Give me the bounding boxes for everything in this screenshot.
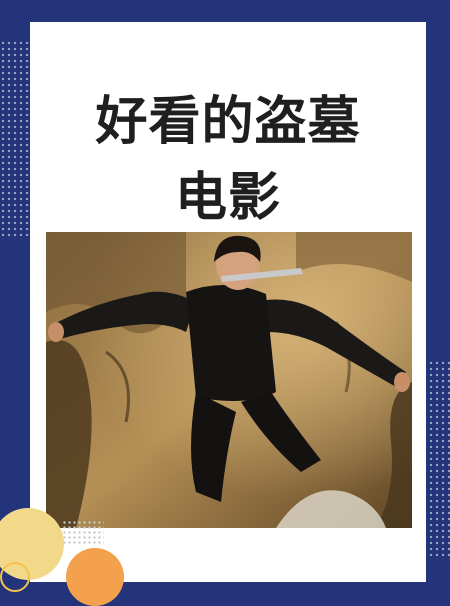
decorative-dots-left (0, 40, 30, 240)
poster-title-line1: 好看的盗墓 (95, 91, 361, 152)
movie-still-image (46, 232, 412, 528)
decorative-circle-ring (0, 562, 30, 592)
decorative-circle-orange (66, 548, 124, 606)
poster-title-line2: 电影 (174, 167, 281, 228)
decorative-dot-pattern (62, 520, 104, 544)
